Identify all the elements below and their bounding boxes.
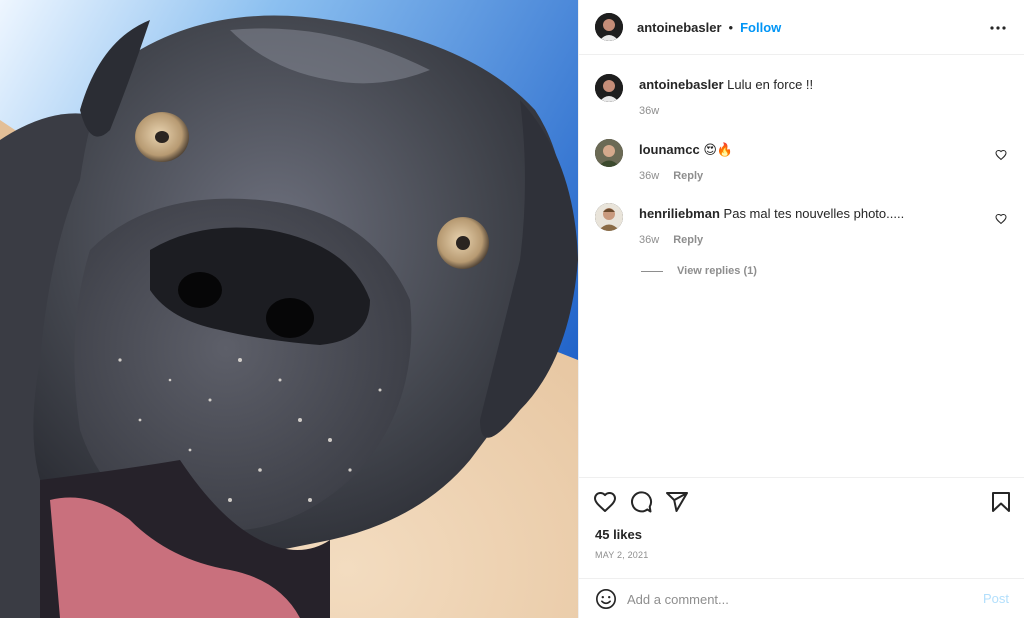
reply-button[interactable]: Reply (673, 170, 703, 182)
comment-input[interactable] (627, 587, 957, 611)
comment-icon[interactable] (629, 490, 653, 514)
comment-like-heart-icon[interactable] (995, 149, 1007, 161)
add-comment-bar: Post (579, 578, 1024, 618)
comment-username[interactable]: lounamcc (639, 142, 700, 157)
likes-count[interactable]: 45 likes (595, 527, 642, 542)
comment-meta: 36w Reply (639, 234, 703, 246)
comment-text: 😍🔥 (703, 142, 734, 157)
caption-body: antoinebasler Lulu en force !! (639, 76, 979, 94)
comment-meta: 36w Reply (639, 170, 703, 182)
reply-button[interactable]: Reply (673, 234, 703, 246)
caption-meta: 36w (639, 105, 659, 117)
comment-avatar[interactable] (595, 139, 623, 167)
post-photo[interactable] (0, 0, 578, 618)
post-date[interactable]: MAY 2, 2021 (595, 550, 648, 560)
send-icon[interactable] (665, 490, 689, 514)
emoji-icon[interactable] (595, 588, 617, 610)
comment-like-heart-icon[interactable] (995, 213, 1007, 225)
heart-icon[interactable] (593, 490, 617, 514)
post-actions: 45 likes MAY 2, 2021 (579, 477, 1024, 573)
more-horizontal-icon (990, 26, 1006, 30)
view-replies-button[interactable]: View replies (1) (641, 265, 757, 277)
comment-text: Pas mal tes nouvelles photo..... (723, 206, 905, 221)
dog-photo-image (0, 0, 578, 618)
caption-username[interactable]: antoinebasler (639, 77, 724, 92)
post-details-panel: antoinebasler • Follow antoinebasler Lul… (578, 0, 1024, 618)
comment-body: lounamcc 😍🔥 (639, 141, 979, 159)
comments-list: antoinebasler Lulu en force !! 36w louna… (579, 56, 1024, 476)
view-replies-label: View replies (1) (677, 265, 757, 277)
follow-button[interactable]: Follow (740, 20, 781, 35)
replies-divider-line (641, 270, 663, 272)
comment-body: henriliebman Pas mal tes nouvelles photo… (639, 205, 979, 223)
author-avatar[interactable] (595, 13, 623, 41)
comment-avatar[interactable] (595, 203, 623, 231)
bookmark-icon[interactable] (989, 490, 1013, 514)
author-username[interactable]: antoinebasler (637, 20, 722, 35)
caption-avatar[interactable] (595, 74, 623, 102)
more-options-button[interactable] (987, 17, 1009, 39)
caption-time[interactable]: 36w (639, 105, 659, 117)
comment-time[interactable]: 36w (639, 234, 659, 246)
comment-username[interactable]: henriliebman (639, 206, 720, 221)
caption-text: Lulu en force !! (727, 77, 814, 92)
comment-time[interactable]: 36w (639, 170, 659, 182)
post-comment-button[interactable]: Post (983, 591, 1009, 606)
separator-dot: • (728, 19, 734, 35)
post-header: antoinebasler • Follow (579, 0, 1024, 55)
